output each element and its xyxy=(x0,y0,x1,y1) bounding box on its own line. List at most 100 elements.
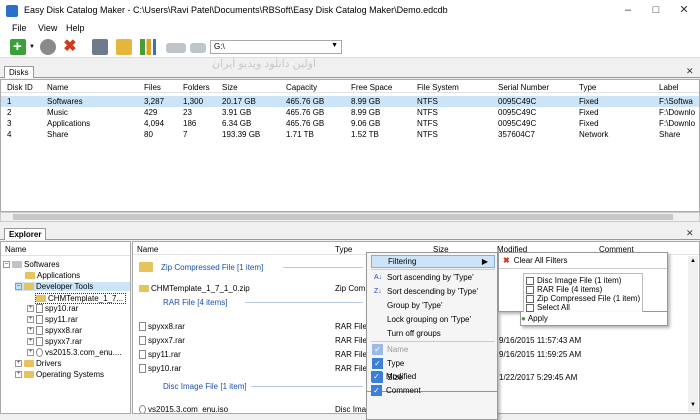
print-icon[interactable] xyxy=(92,39,108,55)
clear-filter-icon: ✖ xyxy=(503,256,510,265)
col-free-space[interactable]: Free Space xyxy=(351,83,392,92)
minimize-button[interactable]: – xyxy=(614,0,642,20)
tree-item-chmtemplate[interactable]: CHMTemplate_1_7... xyxy=(35,293,127,304)
col-size[interactable]: Size xyxy=(222,83,238,92)
add-disk-icon[interactable] xyxy=(10,38,26,55)
expand-icon[interactable]: + xyxy=(27,338,34,346)
tree-item-softwares[interactable]: – Softwares xyxy=(3,260,60,269)
col-disk-id[interactable]: Disk ID xyxy=(7,83,33,92)
close-icon[interactable]: ✕ xyxy=(686,66,694,77)
group-header-zip[interactable]: Zip Compressed File [1 item] xyxy=(161,263,263,272)
menu-separator xyxy=(371,341,495,342)
tab-explorer[interactable]: Explorer xyxy=(4,228,47,240)
menu-item-sort-asc[interactable]: A↓ Sort ascending by 'Type' xyxy=(371,271,495,284)
expand-icon[interactable]: + xyxy=(27,305,34,313)
tree-item-spyxx7[interactable]: + spyxx7.rar xyxy=(27,337,82,347)
table-cell: 4 xyxy=(7,130,12,139)
tree-item-developer-tools[interactable]: – Developer Tools xyxy=(15,282,130,291)
col-file-system[interactable]: File System xyxy=(417,83,459,92)
maximize-button[interactable]: □ xyxy=(642,0,670,20)
scrollbar-thumb[interactable] xyxy=(13,214,673,220)
filter-option-rar[interactable]: RAR File (4 items) xyxy=(526,285,602,294)
filter-option-disc[interactable]: Disc Image File (1 item) xyxy=(526,276,621,285)
expand-icon[interactable]: + xyxy=(15,360,22,368)
group-divider xyxy=(283,267,363,268)
tree-item-drivers[interactable]: + Drivers xyxy=(15,359,61,368)
expand-icon[interactable]: + xyxy=(27,349,34,357)
list-item-spy10[interactable]: spy10.rar xyxy=(139,364,181,374)
table-cell: 186 xyxy=(183,119,197,128)
col-type[interactable]: Type xyxy=(335,245,352,254)
expand-icon[interactable]: + xyxy=(15,371,22,379)
checkbox[interactable] xyxy=(526,303,534,312)
menu-help[interactable]: Help xyxy=(66,23,85,33)
list-item-chm[interactable]: CHMTemplate_1_7_1_0.zip xyxy=(139,284,250,293)
gear-icon[interactable] xyxy=(40,39,56,55)
statistics-icon[interactable] xyxy=(140,39,156,55)
tree-item-applications[interactable]: Applications xyxy=(25,271,80,280)
col-folders[interactable]: Folders xyxy=(183,83,210,92)
tree-item-spyxx8[interactable]: + spyxx8.rar xyxy=(27,326,82,336)
menu-item-turn-off-groups[interactable]: Turn off groups xyxy=(371,327,495,340)
checkbox[interactable] xyxy=(526,294,534,303)
list-item-type: RAR File xyxy=(335,336,368,345)
drive-icon[interactable] xyxy=(166,43,186,53)
group-header-rar[interactable]: RAR File [4 items] xyxy=(163,298,227,307)
collapse-icon[interactable]: – xyxy=(3,261,10,269)
table-cell: 0095C49C xyxy=(498,108,537,117)
close-button[interactable]: ✕ xyxy=(670,0,698,20)
filter-option-zip[interactable]: Zip Compressed File (1 item) xyxy=(526,294,640,303)
menu-item-lock-grouping[interactable]: Lock grouping on 'Type' xyxy=(371,313,495,326)
menu-item-col-modified[interactable]: ✓ Modified xyxy=(370,370,494,383)
tree-item-vs2015[interactable]: + vs2015.3.com_enu.... xyxy=(27,348,122,358)
tree-item-operating-systems[interactable]: + Operating Systems xyxy=(15,370,104,379)
list-item-spyxx7[interactable]: spyxx7.rar xyxy=(139,336,185,346)
disc-icon xyxy=(139,405,146,413)
open-folder-icon[interactable] xyxy=(116,39,132,55)
filter-option-select-all[interactable]: Select All xyxy=(526,303,570,312)
menu-item-col-comment[interactable]: ✓ Comment xyxy=(370,384,494,397)
col-serial-number[interactable]: Serial Number xyxy=(498,83,549,92)
delete-icon[interactable]: ✖ xyxy=(62,39,78,55)
checkbox[interactable] xyxy=(526,285,534,294)
menu-item-filtering[interactable]: Filtering ▶ xyxy=(371,255,495,268)
menu-view[interactable]: View xyxy=(38,23,57,33)
col-name[interactable]: Name xyxy=(47,83,68,92)
col-label[interactable]: Label xyxy=(659,83,679,92)
list-item-vs2015[interactable]: vs2015.3.com_enu.iso xyxy=(139,405,228,413)
list-item-spy11[interactable]: spy11.rar xyxy=(139,350,181,360)
menu-item-col-type[interactable]: ✓ Type xyxy=(371,357,495,370)
close-icon[interactable]: ✕ xyxy=(686,228,694,239)
checkbox[interactable] xyxy=(526,276,534,285)
scroll-up-icon[interactable]: ▲ xyxy=(689,258,697,264)
archive-icon xyxy=(36,337,43,347)
group-header-disc[interactable]: Disc Image File [1 item] xyxy=(163,382,247,391)
scroll-down-icon[interactable]: ▼ xyxy=(689,402,697,408)
menu-item-group-by[interactable]: Group by 'Type' xyxy=(371,299,495,312)
col-capacity[interactable]: Capacity xyxy=(286,83,317,92)
zip-group-icon xyxy=(139,261,155,272)
list-item-spyxx8[interactable]: spyxx8.rar xyxy=(139,322,185,332)
tab-disks[interactable]: Disks xyxy=(4,66,34,78)
horizontal-scrollbar[interactable] xyxy=(0,212,700,222)
dropdown-arrow-icon[interactable]: ▼ xyxy=(29,44,35,50)
list-item-type: RAR File xyxy=(335,350,368,359)
drive-select[interactable]: G:\ ▼ xyxy=(210,40,342,54)
table-cell: NTFS xyxy=(417,130,438,139)
col-files[interactable]: Files xyxy=(144,83,161,92)
vertical-scrollbar[interactable]: ▲ ▼ xyxy=(688,256,698,412)
expand-icon[interactable]: + xyxy=(27,327,34,335)
eject-drive-icon[interactable] xyxy=(190,43,206,53)
menu-file[interactable]: File xyxy=(12,23,27,33)
tree-item-spy10[interactable]: + spy10.rar xyxy=(27,304,78,314)
clear-filters-item[interactable]: ✖ Clear All Filters xyxy=(503,256,568,265)
col-name[interactable]: Name xyxy=(137,245,158,254)
expand-icon[interactable]: + xyxy=(27,316,34,324)
apply-button[interactable]: ● Apply xyxy=(521,314,548,323)
table-cell: Softwares xyxy=(47,97,83,106)
menu-item-sort-desc[interactable]: Z↓ Sort descending by 'Type' xyxy=(371,285,495,298)
collapse-icon[interactable]: – xyxy=(15,283,22,291)
col-type[interactable]: Type xyxy=(579,83,596,92)
tree-item-spy11[interactable]: + spy11.rar xyxy=(27,315,78,325)
table-cell: 1 xyxy=(7,97,12,106)
